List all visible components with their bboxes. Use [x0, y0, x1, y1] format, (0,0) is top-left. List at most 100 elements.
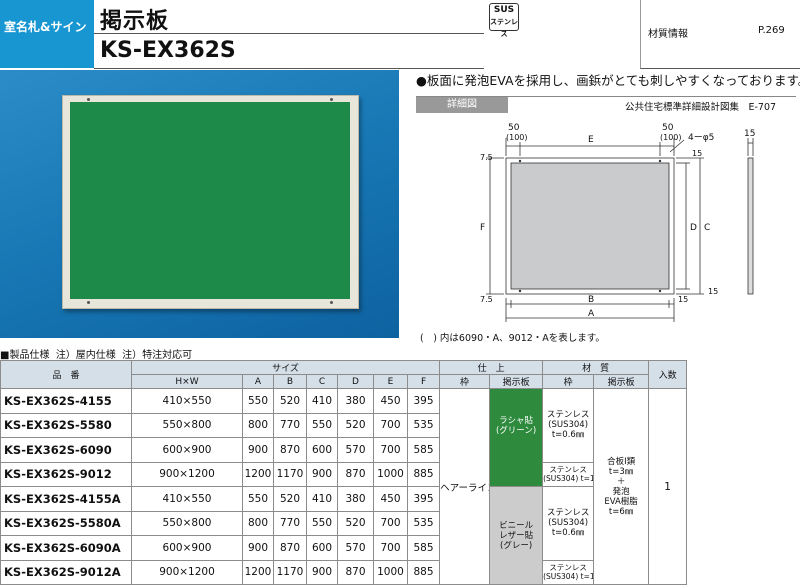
mat-a-line1: ステンレス — [546, 410, 590, 421]
dim-15-bottom: 15 — [678, 295, 688, 304]
cell-a: 800 — [242, 412, 274, 438]
cell-e: 450 — [373, 486, 408, 512]
dim-15-right: 15 — [708, 287, 718, 296]
th-qty: 入数 — [648, 360, 688, 389]
cell-d: 520 — [337, 510, 374, 536]
screw-icon — [87, 301, 90, 304]
cell-board-material: 合板Ⅰ類 t=3㎜ ＋ 発泡 EVA樹脂 t=6㎜ — [593, 388, 650, 585]
dim-D: D — [690, 223, 697, 233]
cell-f: 395 — [406, 486, 441, 512]
dim-E: E — [588, 135, 594, 145]
cell-hxw: 900×1200 — [131, 461, 243, 487]
board-felt-surface — [70, 102, 350, 299]
table-row: KS-EX362S-4155 410×550 550 520 410 380 4… — [0, 388, 688, 585]
cell-hxw: 410×550 — [131, 486, 243, 512]
cell-board-green: ラシャ貼 (グリーン) — [489, 388, 544, 462]
drawing-side-view — [747, 157, 754, 295]
mat-a-line3: t=0.6㎜ — [551, 430, 585, 441]
board-material-line4: 発泡 — [612, 486, 630, 497]
cell-a: 800 — [242, 510, 274, 536]
screw-icon — [330, 98, 333, 101]
cell-f: 585 — [406, 437, 441, 463]
drawing-board-inner — [510, 162, 670, 290]
cell-e: 450 — [373, 388, 408, 414]
cell-f: 395 — [406, 388, 441, 414]
drawing-note: ( ) 内は6090・A、9012・Aを表します。 — [420, 333, 605, 344]
dim-7-5-bottom: 7.5 — [480, 295, 493, 304]
mat-a2-line2: (SUS304) — [548, 518, 589, 529]
dim-15-side: 15 — [744, 129, 755, 139]
spec-heading: ■製品仕様 注）屋内仕様 注）特注対応可 — [0, 346, 192, 361]
cell-f: 885 — [406, 461, 441, 487]
board-material-line5: EVA樹脂 — [604, 496, 638, 507]
mat-b2-line1: ステンレス — [549, 563, 587, 573]
th-col-b: B — [273, 374, 307, 389]
cell-f: 585 — [406, 535, 441, 561]
model-number: KS-EX362S — [100, 38, 236, 63]
cell-a: 900 — [242, 437, 274, 463]
cell-b: 770 — [273, 510, 307, 536]
cell-a: 550 — [242, 388, 274, 414]
cell-board-gray: ビニール レザー貼 (グレー) — [489, 486, 544, 585]
mat-a2-line3: t=0.6㎜ — [551, 528, 585, 539]
cell-e: 700 — [373, 437, 408, 463]
cell-b: 870 — [273, 535, 307, 561]
cell-hxw: 550×800 — [131, 510, 243, 536]
cell-frame-finish: ヘアーライン — [439, 388, 491, 585]
cell-d: 570 — [337, 535, 374, 561]
board-material-line2: t=3㎜ — [608, 466, 634, 477]
th-size: サイズ — [130, 360, 441, 375]
th-material-frame: 枠 — [542, 374, 595, 389]
cell-model: KS-EX362S-5580 — [0, 412, 132, 438]
cell-b: 1170 — [273, 461, 307, 487]
cell-d: 520 — [337, 412, 374, 438]
mat-b-line2: (SUS304) t=1.2㎜ — [543, 474, 594, 484]
mat-a-line2: (SUS304) — [548, 420, 589, 431]
dim-F: F — [480, 223, 485, 233]
cell-d: 380 — [337, 486, 374, 512]
page-title: 掲示板 — [100, 9, 170, 34]
cell-d: 380 — [337, 388, 374, 414]
cell-b: 520 — [273, 486, 307, 512]
sus-badge: SUS ステンレス — [489, 3, 519, 38]
cell-d: 870 — [337, 461, 374, 487]
cell-c: 900 — [306, 461, 338, 487]
cell-hxw: 410×550 — [131, 388, 243, 414]
mat-a2-line1: ステンレス — [546, 508, 590, 519]
material-info-label: 材質情報 — [648, 29, 688, 40]
cell-e: 700 — [373, 412, 408, 438]
cell-a: 1200 — [242, 461, 274, 487]
mat-b2-line2: (SUS304) t=1.2㎜ — [543, 572, 594, 582]
board-gray-line1: ビニール — [499, 520, 534, 531]
cell-c: 410 — [306, 486, 338, 512]
dim-100a: (100) — [506, 133, 528, 142]
cell-board-green-ext — [489, 462, 544, 487]
cell-model: KS-EX362S-6090A — [0, 535, 132, 561]
cell-a: 900 — [242, 535, 274, 561]
spec-table: 品 番 サイズ 仕 上 材 質 入数 H×W A B C D E F 枠 掲示板… — [0, 360, 688, 585]
board-material-line1: 合板Ⅰ類 — [607, 456, 636, 467]
dim-50a: 50 — [508, 123, 520, 133]
dim-A: A — [588, 309, 595, 319]
dim-100b: (100) — [660, 133, 682, 142]
th-col-a: A — [242, 374, 274, 389]
th-col-d: D — [337, 374, 374, 389]
cell-c: 550 — [306, 510, 338, 536]
sus-badge-top: SUS — [493, 5, 515, 15]
detail-source: 公共住宅標準詳細設計図集 E-707 — [625, 102, 777, 113]
cell-e: 700 — [373, 535, 408, 561]
th-material-board: 掲示板 — [593, 374, 650, 389]
th-hinban: 品 番 — [0, 360, 132, 389]
cell-e: 1000 — [373, 461, 408, 487]
dim-7-5-top: 7.5 — [480, 153, 493, 162]
cell-f: 535 — [406, 510, 441, 536]
cell-model: KS-EX362S-4155A — [0, 486, 132, 512]
table-row: KS-EX362S-9012 900×1200 1200 1170 900 87… — [0, 461, 687, 487]
page-reference[interactable]: P.269 — [758, 25, 785, 36]
cell-model: KS-EX362S-6090 — [0, 437, 132, 463]
screw-icon — [87, 98, 90, 101]
cell-b: 520 — [273, 388, 307, 414]
technical-drawing: 50 (100) E 50 (100) 4ーφ5 15 15 7.5 F D C… — [480, 123, 755, 322]
th-col-e: E — [373, 374, 408, 389]
dim-B: B — [588, 295, 594, 305]
